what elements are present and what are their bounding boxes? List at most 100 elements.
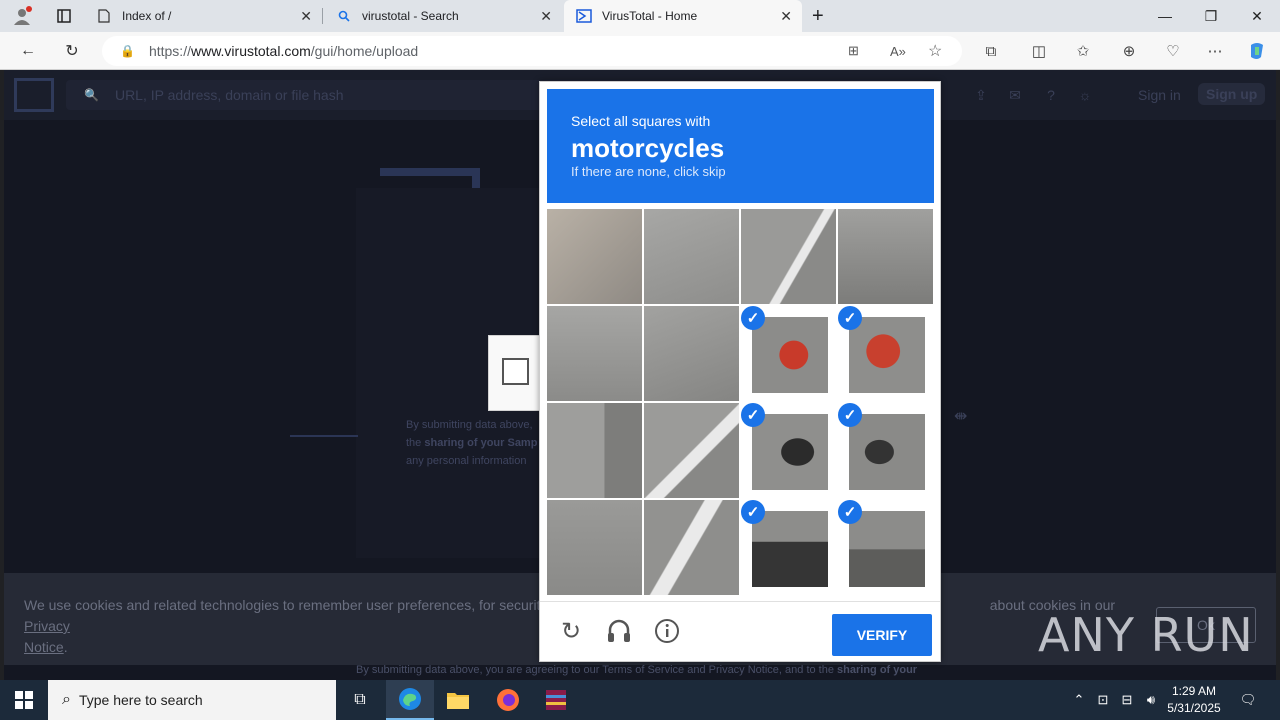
watermark-text: ANY RUN xyxy=(1038,608,1254,662)
captcha-footer: ↻ VERIFY xyxy=(540,601,940,662)
collections-icon[interactable]: ⊕ xyxy=(1118,40,1140,62)
captcha-tile[interactable]: ✓ xyxy=(838,500,933,595)
vt-icon: ⇼ xyxy=(954,408,968,425)
captcha-tile[interactable]: ✓ xyxy=(741,403,836,498)
tab-virustotal-search[interactable]: virustotal - Search ✕ xyxy=(324,0,562,32)
show-hidden-icons[interactable]: ⌃ xyxy=(1070,680,1088,720)
tab-title: Index of / xyxy=(122,9,172,23)
theme-icon[interactable]: ☼ xyxy=(1076,86,1094,104)
windows-logo-icon xyxy=(15,691,33,709)
split-screen-icon[interactable]: ◫ xyxy=(1028,40,1050,62)
captcha-tile-image xyxy=(752,414,828,490)
taskbar-file-explorer[interactable] xyxy=(434,680,482,720)
read-aloud-icon[interactable]: A» xyxy=(890,44,906,59)
captcha-tile[interactable]: ✓ xyxy=(741,500,836,595)
refresh-button[interactable]: ↻ xyxy=(58,37,86,65)
checkmark-icon: ✓ xyxy=(838,500,862,524)
cookie-text-a: We use cookies and related technologies … xyxy=(24,597,566,613)
favorite-star-icon[interactable]: ☆ xyxy=(928,41,942,61)
captcha-tile[interactable] xyxy=(741,209,836,304)
privacy-link[interactable]: Notice xyxy=(24,639,64,655)
captcha-tile[interactable] xyxy=(644,403,739,498)
minimize-button[interactable]: — xyxy=(1142,0,1188,32)
tab-actions-button[interactable] xyxy=(44,0,80,32)
taskbar-winrar[interactable] xyxy=(532,680,580,720)
captcha-tile[interactable] xyxy=(547,209,642,304)
captcha-checkbox[interactable] xyxy=(502,358,529,385)
notification-icon: 🗨︎ xyxy=(1239,692,1257,707)
app-available-icon[interactable]: ⊞ xyxy=(848,43,859,59)
url-host: www.virustotal.com xyxy=(190,43,311,59)
close-window-button[interactable]: ✕ xyxy=(1234,0,1280,32)
profile-icon xyxy=(14,6,32,25)
virustotal-logo[interactable] xyxy=(14,78,54,112)
clock-date: 5/31/2025 xyxy=(1167,701,1221,715)
captcha-tile-image xyxy=(644,403,739,498)
sign-in-link[interactable]: Sign in xyxy=(1138,87,1181,103)
help-icon[interactable]: ? xyxy=(1042,86,1060,104)
taskbar-firefox[interactable] xyxy=(484,680,532,720)
captcha-header: Select all squares with motorcycles If t… xyxy=(547,89,934,203)
captcha-tile-image xyxy=(547,306,642,401)
sign-up-button[interactable]: Sign up xyxy=(1198,83,1266,105)
close-tab-icon[interactable]: ✕ xyxy=(300,8,312,25)
tab-virustotal-home[interactable]: VirusTotal - Home ✕ xyxy=(564,0,802,32)
tab-index[interactable]: Index of / ✕ xyxy=(84,0,322,32)
captcha-tile[interactable] xyxy=(838,209,933,304)
restore-icon: ❐ xyxy=(1204,7,1218,24)
browser-essentials-icon[interactable]: ♡ xyxy=(1162,40,1184,62)
start-button[interactable] xyxy=(0,680,48,720)
clock-time: 1:29 AM xyxy=(1171,684,1217,698)
taskbar-edge[interactable] xyxy=(386,680,434,720)
captcha-tile[interactable] xyxy=(644,306,739,401)
profile-avatar[interactable] xyxy=(0,0,44,32)
notifications-button[interactable]: 🗨︎ xyxy=(1236,680,1260,720)
url-text[interactable]: https://www.virustotal.com/gui/home/uplo… xyxy=(149,43,418,59)
taskbar-clock[interactable]: 1:29 AM 5/31/2025 xyxy=(1160,683,1228,717)
favorites-icon[interactable]: ✩ xyxy=(1072,40,1094,62)
fine-print-bold: sharing of your Samp xyxy=(424,437,538,449)
close-tab-icon[interactable]: ✕ xyxy=(540,8,552,25)
notifications-icon[interactable]: ✉ xyxy=(1006,86,1024,104)
captcha-tile[interactable] xyxy=(644,209,739,304)
upload-icon[interactable]: ⇪ xyxy=(972,86,990,104)
terms-link[interactable]: Terms of Service xyxy=(602,664,684,676)
info-button[interactable] xyxy=(652,616,682,646)
captcha-tile-image xyxy=(644,306,739,401)
volume-icon[interactable]: 🔊︎ xyxy=(1142,680,1160,720)
captcha-tile[interactable] xyxy=(644,500,739,595)
restore-button[interactable]: ❐ xyxy=(1188,0,1234,32)
file-icon xyxy=(96,8,112,24)
network-icon[interactable]: ⊟ xyxy=(1118,680,1136,720)
privacy-notice-link[interactable]: Privacy Notice xyxy=(709,664,779,676)
search-icon xyxy=(336,8,352,24)
privacy-link[interactable]: Privacy xyxy=(24,618,70,634)
audio-challenge-button[interactable] xyxy=(604,616,634,646)
reload-button[interactable]: ↻ xyxy=(556,616,586,646)
captcha-tile-image xyxy=(547,209,642,304)
captcha-tile[interactable]: ✓ xyxy=(838,403,933,498)
captcha-tile-image xyxy=(849,414,925,490)
task-view-button[interactable]: ⧉ xyxy=(336,680,384,720)
captcha-tile[interactable]: ✓ xyxy=(741,306,836,401)
captcha-tile[interactable] xyxy=(547,403,642,498)
back-button[interactable]: ← xyxy=(14,37,42,65)
captcha-tile[interactable]: ✓ xyxy=(838,306,933,401)
more-menu-icon[interactable]: ⋯ xyxy=(1204,40,1226,62)
copilot-icon[interactable] xyxy=(1246,40,1268,62)
refresh-icon: ↻ xyxy=(65,43,79,60)
verify-button[interactable]: VERIFY xyxy=(832,614,932,656)
extensions-icon[interactable]: ⧉ xyxy=(980,40,1002,62)
captcha-tile[interactable] xyxy=(547,500,642,595)
search-icon: ⌕ xyxy=(62,691,71,708)
captcha-tile[interactable] xyxy=(547,306,642,401)
close-tab-icon[interactable]: ✕ xyxy=(780,8,792,25)
vt-search-placeholder: URL, IP address, domain or file hash xyxy=(114,87,344,103)
bottom-fine-print: By submitting data above, you are agreei… xyxy=(356,664,917,676)
minimize-icon: — xyxy=(1158,8,1172,24)
tray-device-icon[interactable]: ⊡ xyxy=(1094,680,1112,720)
taskbar-search[interactable]: ⌕ Type here to search xyxy=(48,680,336,720)
new-tab-button[interactable]: + xyxy=(806,0,834,32)
address-bar[interactable]: 🔒 https://www.virustotal.com/gui/home/up… xyxy=(102,36,962,66)
captcha-image-grid: ✓ ✓ ✓ ✓ ✓ ✓ xyxy=(547,209,934,596)
